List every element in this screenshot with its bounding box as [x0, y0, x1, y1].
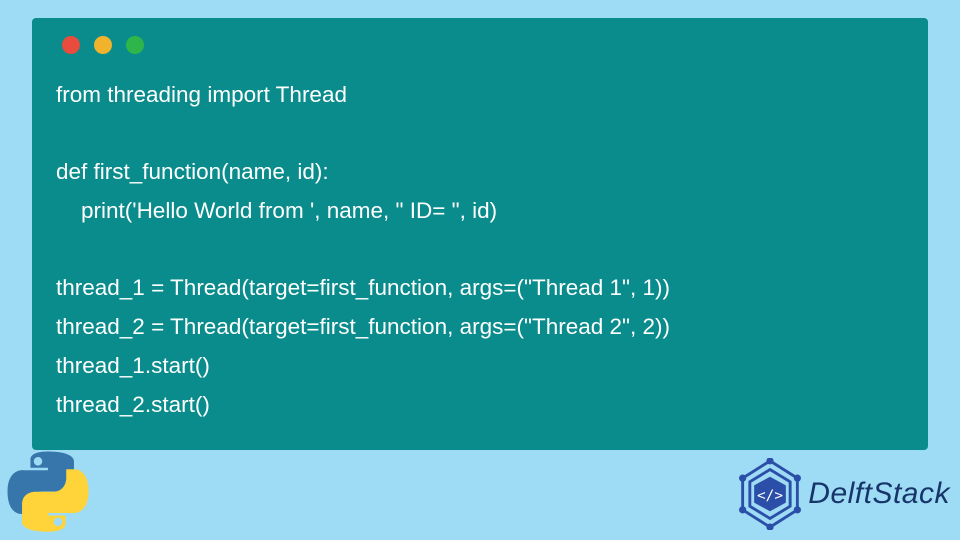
- window-traffic-lights: [62, 36, 904, 54]
- brand-watermark: </> DelftStack: [734, 458, 950, 530]
- maximize-dot-icon: [126, 36, 144, 54]
- close-dot-icon: [62, 36, 80, 54]
- delftstack-logo-icon: </>: [734, 458, 806, 530]
- python-logo-icon: [6, 450, 90, 534]
- svg-text:</>: </>: [757, 488, 783, 504]
- brand-name: DelftStack: [808, 477, 950, 511]
- minimize-dot-icon: [94, 36, 112, 54]
- code-window: from threading import Thread def first_f…: [32, 18, 928, 450]
- code-block: from threading import Thread def first_f…: [56, 76, 904, 424]
